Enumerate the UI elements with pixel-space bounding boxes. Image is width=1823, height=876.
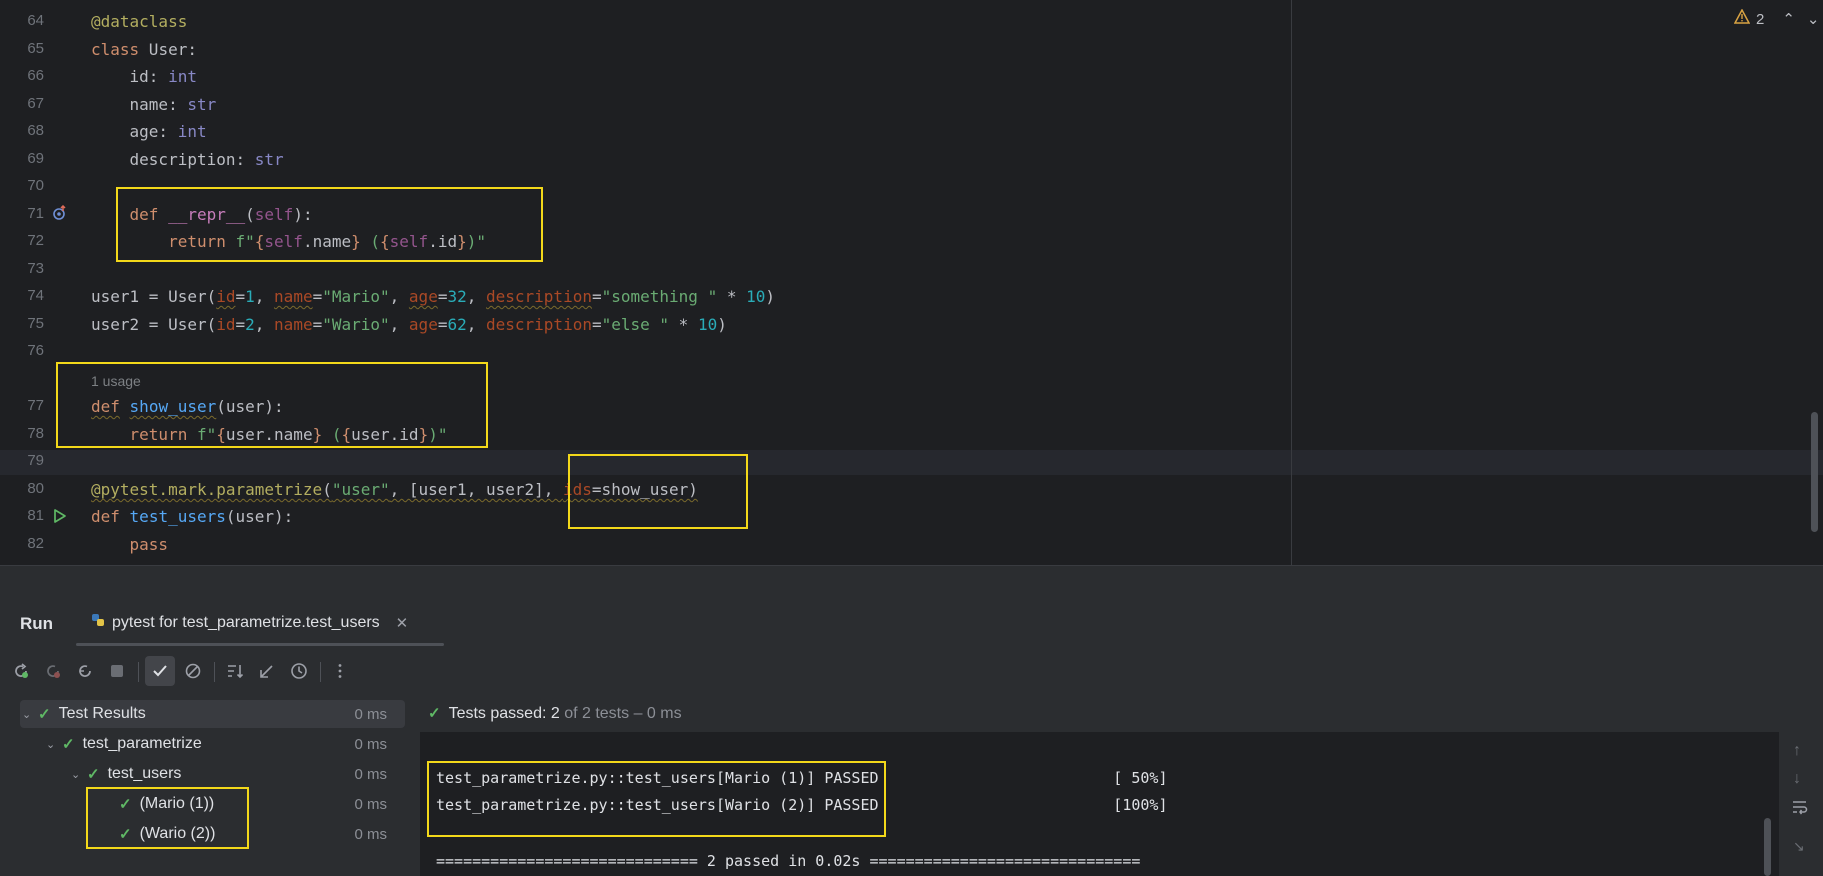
line-number: 64 bbox=[27, 12, 44, 29]
run-header: Run pytest for test_parametrize.test_use… bbox=[0, 566, 1823, 646]
line-number: 73 bbox=[27, 260, 44, 277]
current-line-highlight bbox=[0, 450, 1823, 475]
line-number: 68 bbox=[27, 122, 44, 139]
tree-item-test-parametrize[interactable]: ⌄ ✓ test_parametrize 0 ms bbox=[46, 730, 405, 758]
toolbar-separator bbox=[320, 662, 321, 682]
stop-icon[interactable] bbox=[102, 656, 132, 686]
line-number: 72 bbox=[27, 232, 44, 249]
highlight-ids-argument bbox=[568, 454, 748, 529]
line-gutter: 64 65 66 67 68 69 70 71 72 73 74 75 76 7… bbox=[0, 0, 88, 565]
code-line-81: def test_users(user): bbox=[91, 507, 294, 526]
tab-pytest-run[interactable]: pytest for test_parametrize.test_users ✕ bbox=[90, 612, 408, 633]
line-number: 66 bbox=[27, 67, 44, 84]
duration: 0 ms bbox=[354, 765, 387, 783]
more-options-icon[interactable] bbox=[325, 656, 355, 686]
check-icon: ✓ bbox=[87, 766, 100, 783]
console-output[interactable]: ✓ Tests passed: 2 of 2 tests – 0 ms test_… bbox=[420, 692, 1823, 876]
line-number: 67 bbox=[27, 95, 44, 112]
check-icon: ✓ bbox=[38, 706, 51, 723]
rerun-failed-icon[interactable] bbox=[38, 656, 68, 686]
console-line: ============================= 2 passed i… bbox=[436, 852, 1141, 870]
check-icon: ✓ bbox=[428, 705, 441, 722]
code-line-74: user1 = User(id=1, name="Mario", age=32,… bbox=[91, 287, 776, 306]
line-number: 78 bbox=[27, 425, 44, 442]
code-line-64: @dataclass bbox=[91, 12, 188, 31]
show-passed-icon[interactable] bbox=[145, 656, 175, 686]
close-tab-icon[interactable]: ✕ bbox=[396, 614, 409, 632]
check-icon: ✓ bbox=[62, 736, 75, 753]
code-line-68: age: int bbox=[91, 122, 207, 141]
duration: 0 ms bbox=[354, 735, 387, 753]
line-number: 82 bbox=[27, 535, 44, 552]
right-margin-guide bbox=[1291, 0, 1292, 565]
warning-count: 2 bbox=[1756, 10, 1765, 28]
toggle-auto-test-icon[interactable] bbox=[70, 656, 100, 686]
line-number: 69 bbox=[27, 150, 44, 167]
run-toolbar bbox=[0, 656, 1823, 696]
duration: 0 ms bbox=[354, 825, 387, 843]
scroll-down-icon[interactable]: ↓ bbox=[1793, 770, 1801, 788]
scroll-up-icon[interactable]: ↑ bbox=[1793, 742, 1801, 760]
toolbar-separator bbox=[138, 662, 139, 682]
show-ignored-icon[interactable] bbox=[178, 656, 208, 686]
tree-item-label: test_users bbox=[107, 765, 182, 782]
tree-item-test-users[interactable]: ⌄ ✓ test_users 0 ms bbox=[71, 760, 405, 788]
line-number: 81 bbox=[27, 507, 44, 524]
code-line-65: class User: bbox=[91, 40, 197, 59]
run-tool-window: Run pytest for test_parametrize.test_use… bbox=[0, 565, 1823, 876]
duration: 0 ms bbox=[354, 705, 387, 723]
highlight-test-ids bbox=[86, 787, 249, 849]
chevron-down-icon[interactable]: ⌄ bbox=[71, 768, 87, 781]
passed-count: Tests passed: 2 bbox=[448, 705, 560, 722]
python-icon bbox=[90, 612, 106, 633]
highlight-passed-output bbox=[427, 761, 886, 837]
tab-underline bbox=[76, 643, 444, 646]
total-summary: of 2 tests – 0 ms bbox=[559, 705, 682, 722]
previous-highlight-icon[interactable]: ⌃ bbox=[1782, 10, 1795, 28]
line-number: 76 bbox=[27, 342, 44, 359]
editor-scrollbar[interactable] bbox=[1811, 412, 1818, 532]
chevron-down-icon[interactable]: ⌄ bbox=[46, 738, 62, 751]
code-line-66: id: int bbox=[91, 67, 197, 86]
chevron-down-icon[interactable]: ⌄ bbox=[22, 708, 38, 721]
sort-icon[interactable] bbox=[220, 656, 250, 686]
inspection-warnings[interactable]: 2 ⌃ ⌄ bbox=[1733, 8, 1820, 29]
code-editor[interactable]: 64 65 66 67 68 69 70 71 72 73 74 75 76 7… bbox=[0, 0, 1823, 565]
tab-label: pytest for test_parametrize.test_users bbox=[112, 613, 380, 631]
duration: 0 ms bbox=[354, 795, 387, 813]
highlight-show-user-function bbox=[56, 362, 488, 448]
more-icon[interactable]: ↘ bbox=[1793, 838, 1805, 855]
line-number: 75 bbox=[27, 315, 44, 332]
code-line-69: description: str bbox=[91, 150, 284, 169]
line-number: 71 bbox=[27, 205, 44, 222]
rerun-icon[interactable] bbox=[6, 656, 36, 686]
collapse-all-icon[interactable] bbox=[252, 656, 282, 686]
highlight-repr-method bbox=[116, 187, 543, 262]
code-line-67: name: str bbox=[91, 95, 217, 114]
code-line-75: user2 = User(id=2, name="Wario", age=62,… bbox=[91, 315, 727, 334]
test-results-tree: ⌄ ✓ Test Results 0 ms ⌄ ✓ test_parametri… bbox=[0, 692, 420, 876]
run-title: Run bbox=[20, 614, 54, 633]
line-number: 79 bbox=[27, 452, 44, 469]
test-history-icon[interactable] bbox=[284, 656, 314, 686]
code-line-82: pass bbox=[129, 535, 169, 554]
console-side-toolbar: ↑ ↓ ↘ bbox=[1779, 732, 1823, 876]
next-highlight-icon[interactable]: ⌄ bbox=[1807, 10, 1820, 28]
tree-item-label: test_parametrize bbox=[82, 735, 202, 752]
line-number: 77 bbox=[27, 397, 44, 414]
test-status-bar: ✓ Tests passed: 2 of 2 tests – 0 ms bbox=[420, 692, 1823, 732]
line-number: 74 bbox=[27, 287, 44, 304]
console-scrollbar[interactable] bbox=[1764, 818, 1771, 876]
warning-icon bbox=[1733, 8, 1751, 29]
tree-item-label: Test Results bbox=[58, 705, 146, 722]
line-number: 70 bbox=[27, 177, 44, 194]
soft-wrap-icon[interactable] bbox=[1791, 798, 1809, 821]
run-test-gutter-icon[interactable] bbox=[52, 508, 68, 524]
line-number: 80 bbox=[27, 480, 44, 497]
tree-item-test-results[interactable]: ⌄ ✓ Test Results 0 ms bbox=[22, 700, 405, 728]
line-number: 65 bbox=[27, 40, 44, 57]
override-gutter-icon[interactable] bbox=[52, 204, 68, 221]
toolbar-separator bbox=[214, 662, 215, 682]
tests-passed-status: ✓ Tests passed: 2 of 2 tests – 0 ms bbox=[428, 704, 682, 723]
